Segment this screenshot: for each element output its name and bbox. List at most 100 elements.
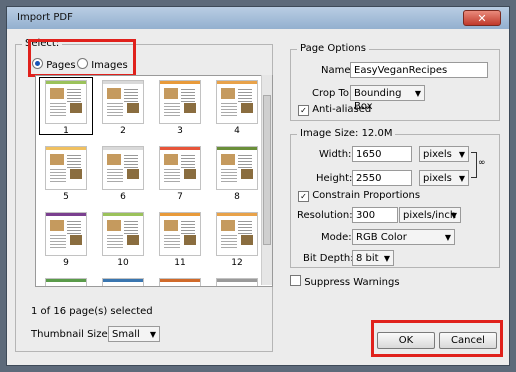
suppress-warnings-checkbox[interactable]: Suppress Warnings: [290, 275, 400, 288]
page-number: 5: [63, 192, 69, 202]
page-thumbnail[interactable]: 10: [97, 210, 149, 268]
page-thumbnail[interactable]: 7: [154, 144, 206, 202]
mode-select[interactable]: RGB Color ▼: [352, 229, 455, 245]
page-thumbnail[interactable]: 1: [39, 77, 93, 136]
crop-to-label: Crop To:: [312, 88, 353, 99]
name-label: Name:: [321, 65, 354, 76]
chevron-down-icon: ▼: [383, 254, 390, 263]
chevron-down-icon: ▼: [450, 211, 457, 220]
suppress-warnings-label: Suppress Warnings: [304, 277, 400, 288]
link-bracket: [471, 152, 477, 178]
thumbnail-grid[interactable]: 1 2 3 4 5 6 7 8 9 10 11 12: [35, 75, 273, 287]
close-icon: ✕: [477, 12, 487, 25]
resolution-unit-select[interactable]: pixels/inch ▼: [399, 207, 461, 223]
chain-link-icon: ∞: [478, 158, 486, 168]
thumbnail-size-select[interactable]: Small ▼: [108, 326, 160, 342]
select-highlight-box: [28, 39, 136, 77]
name-field[interactable]: EasyVeganRecipes: [350, 62, 488, 78]
title-bar[interactable]: Import PDF ✕: [7, 7, 509, 29]
page-thumbnail[interactable]: 11: [154, 210, 206, 268]
page-thumbnail[interactable]: 2: [97, 78, 149, 136]
crop-to-select[interactable]: Bounding Box ▼: [350, 85, 425, 112]
page-number: 6: [120, 192, 126, 202]
page-number: 4: [234, 126, 240, 136]
width-unit-select[interactable]: pixels ▼: [419, 146, 469, 162]
page-preview: [102, 146, 144, 190]
page-thumbnail[interactable]: [154, 276, 206, 286]
page-preview: [216, 80, 258, 124]
thumbnail-size-value: Small: [112, 329, 140, 340]
page-number: 12: [231, 258, 243, 268]
chevron-down-icon: ▼: [414, 89, 421, 98]
chevron-down-icon: ▼: [458, 150, 465, 159]
page-thumbnail[interactable]: [97, 276, 149, 286]
page-number: 7: [177, 192, 183, 202]
page-preview: [102, 80, 144, 124]
chevron-down-icon: ▼: [149, 330, 156, 339]
bit-depth-label: Bit Depth:: [303, 253, 354, 264]
width-field[interactable]: 1650: [352, 146, 412, 162]
thumbnail-size-label: Thumbnail Size:: [31, 329, 111, 340]
page-number: 3: [177, 126, 183, 136]
page-thumbnail[interactable]: 8: [211, 144, 263, 202]
page-preview: [159, 278, 201, 286]
page-number: 9: [63, 258, 69, 268]
page-thumbnail[interactable]: [211, 276, 263, 286]
resolution-unit-value: pixels/inch: [403, 210, 457, 221]
constrain-label: Constrain Proportions: [312, 190, 421, 201]
page-thumbnail[interactable]: [40, 276, 92, 286]
resolution-field[interactable]: 300: [352, 207, 398, 223]
bit-depth-value: 8 bit: [356, 253, 379, 264]
image-size-legend: Image Size: 12.0M: [297, 128, 396, 139]
height-unit-value: pixels: [423, 173, 452, 184]
anti-aliased-check: ✓: [298, 105, 309, 116]
height-field[interactable]: 2550: [352, 170, 412, 186]
page-preview: [159, 80, 201, 124]
bit-depth-select[interactable]: 8 bit ▼: [352, 250, 394, 266]
thumbnail-scrollbar[interactable]: [261, 75, 272, 285]
window-title: Import PDF: [17, 12, 73, 23]
mode-value: RGB Color: [356, 232, 407, 243]
page-number: 1: [63, 126, 69, 136]
buttons-highlight-box: [371, 320, 503, 357]
page-options-legend: Page Options: [297, 43, 369, 54]
scrollbar-thumb[interactable]: [263, 95, 271, 245]
page-thumbnail[interactable]: 6: [97, 144, 149, 202]
page-number: 11: [174, 258, 186, 268]
page-number: 8: [234, 192, 240, 202]
page-preview: [45, 212, 87, 256]
resolution-label: Resolution:: [297, 210, 353, 221]
chevron-down-icon: ▼: [458, 174, 465, 183]
page-number: 2: [120, 126, 126, 136]
width-label: Width:: [319, 149, 352, 160]
constrain-proportions-checkbox[interactable]: ✓ Constrain Proportions: [298, 190, 420, 202]
chevron-down-icon: ▼: [444, 233, 451, 242]
height-unit-select[interactable]: pixels ▼: [419, 170, 469, 186]
page-preview: [45, 80, 87, 124]
page-preview: [45, 146, 87, 190]
anti-aliased-label: Anti-aliased: [312, 104, 372, 115]
page-preview: [45, 278, 87, 286]
page-preview: [102, 278, 144, 286]
page-preview: [159, 146, 201, 190]
page-preview: [159, 212, 201, 256]
page-preview: [216, 146, 258, 190]
page-preview: [102, 212, 144, 256]
height-label: Height:: [316, 173, 353, 184]
width-unit-value: pixels: [423, 149, 452, 160]
selection-status: 1 of 16 page(s) selected: [31, 306, 153, 317]
anti-aliased-checkbox[interactable]: ✓ Anti-aliased: [298, 104, 371, 116]
suppress-warnings-check: [290, 275, 301, 286]
page-thumbnail[interactable]: 5: [40, 144, 92, 202]
page-thumbnail[interactable]: 12: [211, 210, 263, 268]
mode-label: Mode:: [321, 232, 352, 243]
page-preview: [216, 212, 258, 256]
page-thumbnail[interactable]: 4: [211, 78, 263, 136]
constrain-check: ✓: [298, 191, 309, 202]
page-number: 10: [117, 258, 129, 268]
import-pdf-dialog: Import PDF ✕ Select: Pages Images 123456…: [6, 6, 510, 366]
page-thumbnail[interactable]: 3: [154, 78, 206, 136]
close-button[interactable]: ✕: [463, 10, 501, 26]
page-thumbnail[interactable]: 9: [40, 210, 92, 268]
page-preview: [216, 278, 258, 286]
